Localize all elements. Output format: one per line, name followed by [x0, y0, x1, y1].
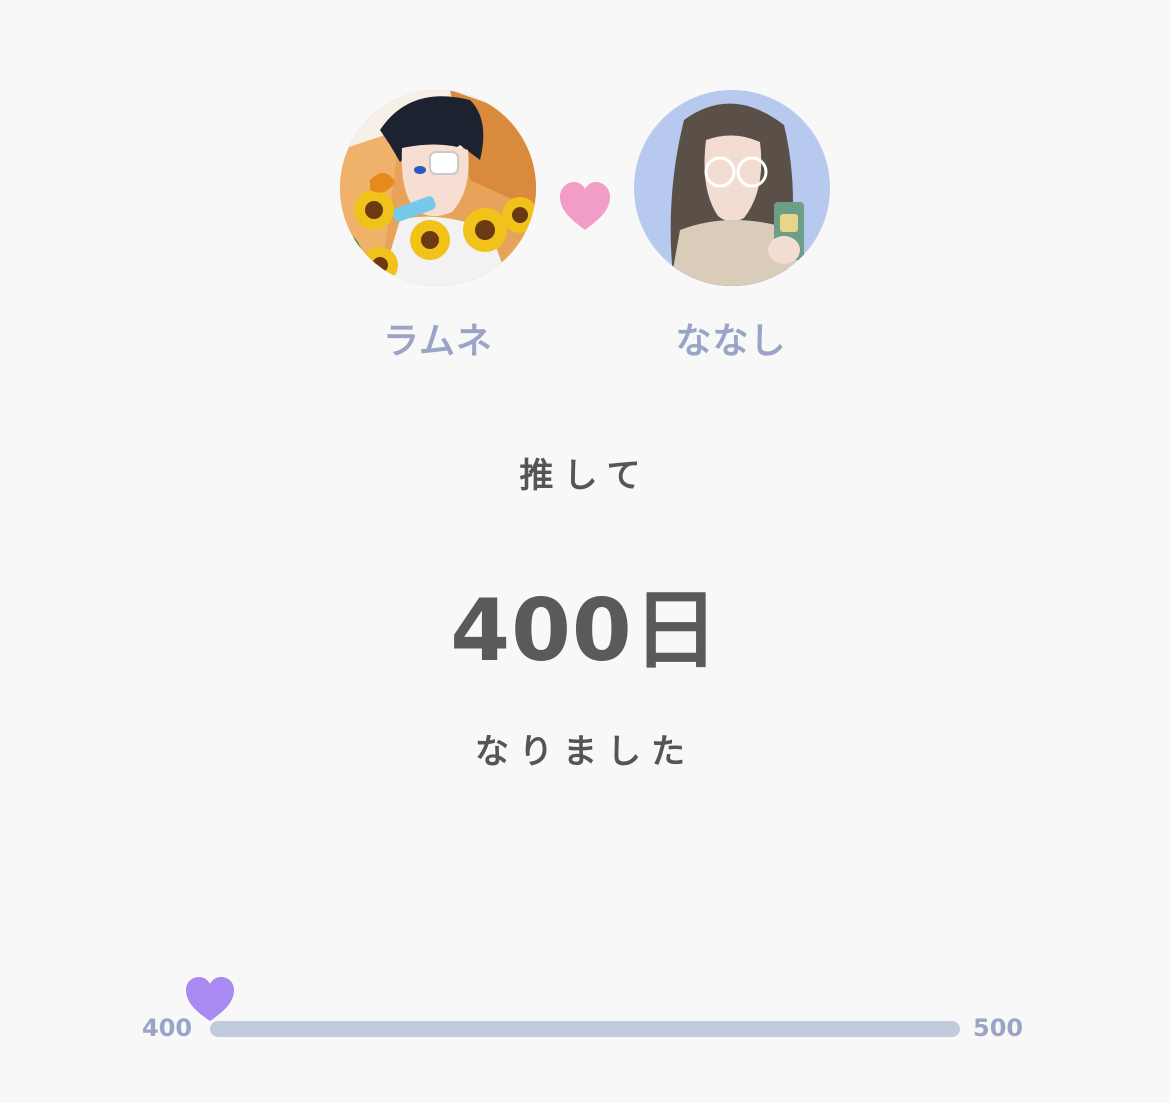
left-avatar[interactable]: [340, 90, 536, 286]
heart-icon: [560, 182, 610, 230]
right-name: ななし: [675, 321, 787, 362]
progress-max-label: 500: [973, 1014, 1024, 1042]
anniversary-screen: ラムネ ななし 推して 400日 なりました 400 500: [0, 0, 1170, 1103]
caption-top: 推して: [519, 456, 651, 496]
right-avatar[interactable]: [634, 90, 830, 286]
progress-track: [210, 1021, 960, 1037]
caption-bottom: なりました: [475, 732, 695, 772]
avatar-image: [634, 90, 830, 286]
avatar-image: [340, 90, 536, 286]
heart-icon[interactable]: [184, 975, 236, 1023]
left-name: ラムネ: [383, 321, 493, 362]
days-count: 400日: [450, 581, 720, 681]
